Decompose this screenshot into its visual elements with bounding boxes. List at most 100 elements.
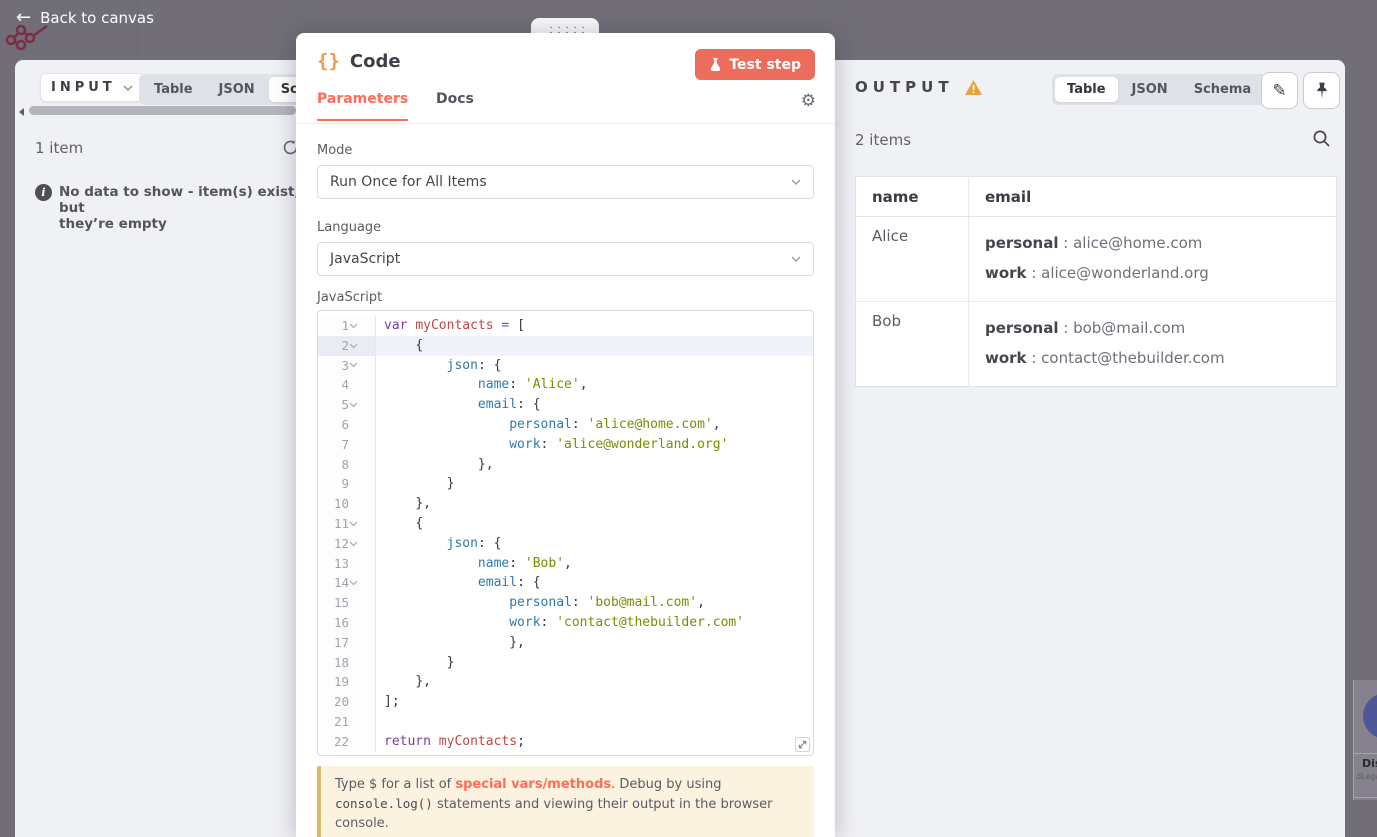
line-number: 18 xyxy=(333,654,349,670)
language-select[interactable]: JavaScript xyxy=(317,242,814,276)
input-panel-label: INPUT xyxy=(51,80,116,95)
editor-resize-grip[interactable] xyxy=(795,737,810,752)
code-line[interactable]: 2 { xyxy=(318,335,813,356)
line-number: 10 xyxy=(333,496,349,512)
line-number: 20 xyxy=(333,694,349,710)
code-line[interactable]: 1 var myContacts = [ xyxy=(318,316,813,336)
input-panel-selector[interactable]: INPUT xyxy=(40,73,144,102)
cell-name: Bob xyxy=(855,301,969,387)
code-line[interactable]: 4 name: 'Alice', xyxy=(318,375,813,396)
mode-select[interactable]: Run Once for All Items xyxy=(317,165,814,199)
code-line[interactable]: 5 email: { xyxy=(318,395,813,415)
fold-chevron-icon[interactable] xyxy=(349,343,367,349)
tab-docs[interactable]: Docs xyxy=(436,91,474,119)
line-number: 6 xyxy=(341,416,349,432)
fold-chevron-icon[interactable] xyxy=(349,323,367,329)
code-line[interactable]: 16 work: 'contact@thebuilder.com' xyxy=(318,612,813,633)
test-step-button[interactable]: Test step xyxy=(695,49,815,80)
code-line[interactable]: 7 work: 'alice@wonderland.org' xyxy=(318,434,813,455)
fold-chevron-icon[interactable] xyxy=(349,402,367,408)
code-line[interactable]: 10 }, xyxy=(318,494,813,514)
chevron-down-icon xyxy=(791,179,801,185)
editor-hint-callout: Type $ for a list of special vars/method… xyxy=(317,766,814,837)
chevron-down-icon xyxy=(123,85,133,91)
code-line[interactable]: 14 email: { xyxy=(318,573,813,594)
fold-chevron-icon[interactable] xyxy=(349,541,367,547)
code-line[interactable]: 9 } xyxy=(318,474,813,495)
language-field-label: Language xyxy=(317,220,382,235)
line-number: 9 xyxy=(341,476,349,492)
empty-message-line1: No data to show - item(s) exist, but xyxy=(59,184,300,217)
mode-field-label: Mode xyxy=(317,143,353,158)
input-tab-table[interactable]: Table xyxy=(142,77,205,102)
horizontal-scrollbar[interactable] xyxy=(29,106,296,115)
code-line[interactable]: 8 }, xyxy=(318,454,813,475)
empty-message-line2: they’re empty xyxy=(59,216,167,233)
code-line[interactable]: 18 } xyxy=(318,652,813,673)
back-arrow-icon: ← xyxy=(16,7,32,28)
modal-title: Code xyxy=(349,50,401,72)
line-number: 19 xyxy=(333,674,349,690)
code-line[interactable]: 15 personal: 'bob@mail.com', xyxy=(318,593,813,613)
pin-icon xyxy=(1316,82,1327,99)
line-number: 13 xyxy=(333,555,349,571)
line-number: 12 xyxy=(333,535,349,551)
canvas-node-fragment: Dis dLega xyxy=(1353,680,1377,800)
output-tab-json[interactable]: JSON xyxy=(1120,77,1180,102)
info-icon: i xyxy=(35,184,52,201)
gear-icon[interactable]: ⚙ xyxy=(801,91,816,111)
mode-select-value: Run Once for All Items xyxy=(330,174,487,190)
code-line[interactable]: 13 name: 'Bob', xyxy=(318,553,813,574)
line-number: 4 xyxy=(341,377,349,393)
input-tab-json[interactable]: JSON xyxy=(207,77,267,102)
back-to-canvas-button[interactable]: ← Back to canvas xyxy=(16,7,154,28)
scroll-left-arrow-icon[interactable] xyxy=(19,108,24,116)
fold-chevron-icon[interactable] xyxy=(349,362,367,368)
code-line[interactable]: 6 personal: 'alice@home.com', xyxy=(318,414,813,435)
code-line[interactable]: 20]; xyxy=(318,692,813,712)
special-vars-link[interactable]: special vars/methods xyxy=(455,777,611,792)
code-line[interactable]: 21 xyxy=(318,711,813,732)
output-items-count: 2 items xyxy=(855,131,912,149)
search-icon[interactable] xyxy=(1312,129,1331,148)
line-number: 15 xyxy=(333,595,349,611)
edit-output-button[interactable]: ✎ xyxy=(1261,72,1298,109)
node-subtitle: dLega xyxy=(1356,772,1377,781)
output-view-tabs: Table JSON Schema xyxy=(1052,74,1267,105)
modal-tab-bar: Parameters Docs ⚙ xyxy=(296,91,835,124)
line-number: 8 xyxy=(341,456,349,472)
line-number: 22 xyxy=(333,733,349,749)
fold-chevron-icon[interactable] xyxy=(349,521,367,527)
code-line[interactable]: 12 json: { xyxy=(318,533,813,554)
output-tab-schema[interactable]: Schema xyxy=(1182,77,1263,102)
line-number: 17 xyxy=(333,634,349,650)
language-select-value: JavaScript xyxy=(330,251,401,267)
code-line[interactable]: 17 }, xyxy=(318,632,813,653)
line-number: 2 xyxy=(341,337,349,353)
code-line[interactable]: 11 { xyxy=(318,513,813,534)
fold-chevron-icon[interactable] xyxy=(349,580,367,586)
hint-text: . Debug by using xyxy=(611,777,722,792)
chevron-down-icon xyxy=(791,256,801,262)
table-row[interactable]: Bob personal : bob@mail.com work : conta… xyxy=(855,301,1337,387)
tab-parameters[interactable]: Parameters xyxy=(317,91,409,121)
code-line[interactable]: 3 json: { xyxy=(318,355,813,376)
hint-code: console.log() xyxy=(335,795,433,811)
code-line[interactable]: 22 return myContacts; xyxy=(318,731,813,752)
code-editor[interactable]: 1 var myContacts = [2 {3 json: {4 name: '… xyxy=(317,310,814,756)
column-header-email[interactable]: email xyxy=(968,176,1337,217)
line-number: 16 xyxy=(333,614,349,630)
output-panel-label: OUTPUT xyxy=(855,78,954,96)
line-number: 3 xyxy=(341,357,349,373)
table-row[interactable]: Alice personal : alice@home.com work : a… xyxy=(855,216,1337,302)
code-line[interactable]: 19 }, xyxy=(318,672,813,693)
hint-text: Type $ for a list of xyxy=(335,777,456,792)
output-tab-table[interactable]: Table xyxy=(1055,77,1118,102)
line-number: 1 xyxy=(341,318,349,333)
node-title: Dis xyxy=(1362,757,1377,770)
warning-icon xyxy=(964,79,982,95)
pin-data-button[interactable] xyxy=(1303,72,1340,109)
node-avatar xyxy=(1363,693,1377,739)
column-header-name[interactable]: name xyxy=(855,176,969,217)
cell-name: Alice xyxy=(855,216,969,302)
